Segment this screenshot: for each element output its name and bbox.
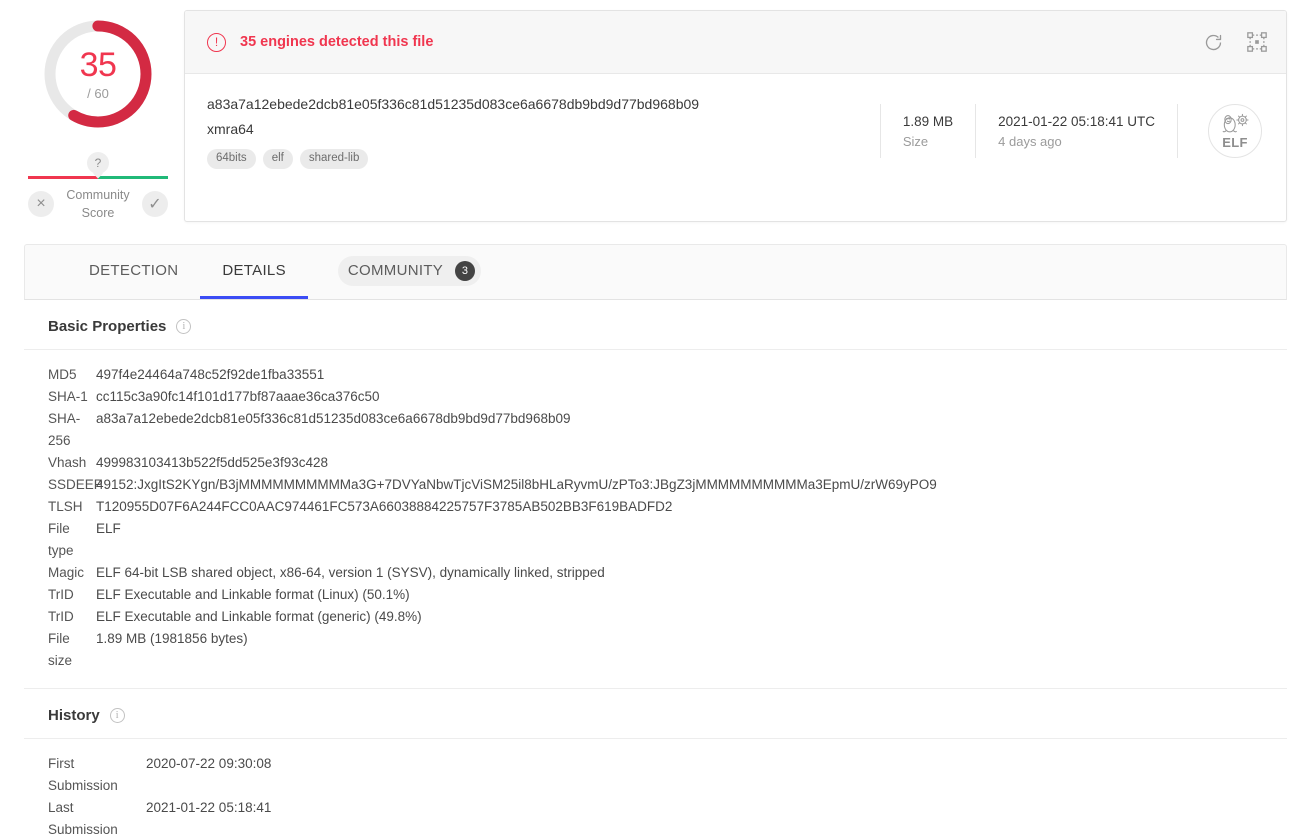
- property-value: ELF: [96, 518, 121, 562]
- detection-score-gauge: 35 / 60: [42, 18, 154, 130]
- property-value: 499983103413b522f5dd525e3f93c428: [96, 452, 328, 474]
- history-label: First Submission: [24, 753, 146, 797]
- community-count-badge: 3: [455, 261, 475, 281]
- alert-circle-icon: !: [207, 33, 226, 52]
- file-tags: 64bits elf shared-lib: [207, 149, 872, 169]
- file-summary-card: ! 35 engines detected this file: [184, 10, 1287, 222]
- property-label: TrID: [24, 584, 96, 606]
- detection-count: 35: [80, 48, 117, 82]
- last-analysis-date: 2021-01-22 05:18:41 UTC: [998, 114, 1155, 129]
- table-row: TrID ELF Executable and Linkable format …: [24, 606, 1287, 628]
- table-row: Magic ELF 64-bit LSB shared object, x86-…: [24, 562, 1287, 584]
- property-label: Vhash: [24, 452, 96, 474]
- engine-total: / 60: [87, 86, 109, 101]
- tab-community-label: COMMUNITY: [348, 262, 443, 279]
- property-value: ELF 64-bit LSB shared object, x86-64, ve…: [96, 562, 605, 584]
- community-score-row: × Community Score ✓: [28, 186, 168, 222]
- basic-properties-table: MD5 497f4e24464a748c52f92de1fba33551 SHA…: [24, 350, 1287, 689]
- score-column: 35 / 60 ? × Community Score ✓: [24, 10, 172, 222]
- property-value: T120955D07F6A244FCC0AAC974461FC573A66038…: [96, 496, 672, 518]
- property-label: SSDEEP: [24, 474, 96, 496]
- detection-banner-left: ! 35 engines detected this file: [207, 33, 1203, 52]
- detection-banner-text: 35 engines detected this file: [240, 34, 433, 50]
- table-row: TLSH T120955D07F6A244FCC0AAC974461FC573A…: [24, 496, 1287, 518]
- gauge-center: 35 / 60: [42, 18, 154, 130]
- property-value: 49152:JxgItS2KYgn/B3jMMMMMMMMMMa3G+7DVYa…: [96, 474, 937, 496]
- history-table: First Submission 2020-07-22 09:30:08 Las…: [24, 739, 1287, 836]
- property-value: ELF Executable and Linkable format (Linu…: [96, 584, 410, 606]
- details-content: Basic Properties i MD5 497f4e24464a748c5…: [24, 300, 1287, 836]
- info-icon[interactable]: i: [110, 708, 125, 723]
- table-row: Last Submission 2021-01-22 05:18:41: [24, 797, 1287, 836]
- property-label: SHA-1: [24, 386, 96, 408]
- basic-properties-title: Basic Properties i: [24, 300, 1287, 350]
- property-label: SHA-256: [24, 408, 96, 452]
- similar-search-icon[interactable]: [1246, 31, 1268, 53]
- tab-community[interactable]: COMMUNITY 3: [308, 245, 503, 299]
- table-row: SHA-1 cc115c3a90fc14f101d177bf87aaae36ca…: [24, 386, 1287, 408]
- property-label: MD5: [24, 364, 96, 386]
- history-value: 2021-01-22 05:18:41: [146, 797, 271, 836]
- file-type-cell: ELF: [1177, 104, 1268, 158]
- info-icon[interactable]: i: [176, 319, 191, 334]
- property-label: TLSH: [24, 496, 96, 518]
- tab-detection[interactable]: DETECTION: [67, 245, 200, 299]
- vote-up-button[interactable]: ✓: [142, 191, 168, 217]
- table-row: File type ELF: [24, 518, 1287, 562]
- table-row: TrID ELF Executable and Linkable format …: [24, 584, 1287, 606]
- file-tag[interactable]: elf: [263, 149, 293, 169]
- tab-details-label: DETAILS: [222, 262, 286, 279]
- score-bar-positive: [98, 176, 168, 179]
- file-size-cell: 1.89 MB Size: [880, 104, 975, 158]
- basic-properties-heading: Basic Properties: [48, 318, 166, 335]
- last-analysis-cell: 2021-01-22 05:18:41 UTC 4 days ago: [975, 104, 1177, 158]
- community-score-label: Community Score: [66, 186, 129, 222]
- property-label: File size: [24, 628, 96, 672]
- file-card-body: a83a7a12ebede2dcb81e05f336c81d51235d083c…: [185, 74, 1286, 189]
- file-name: xmra64: [207, 121, 872, 137]
- tab-community-wrap: COMMUNITY 3: [338, 256, 481, 286]
- linux-elf-icon: ELF: [1208, 104, 1262, 158]
- table-row: SHA-256 a83a7a12ebede2dcb81e05f336c81d51…: [24, 408, 1287, 452]
- file-sha256: a83a7a12ebede2dcb81e05f336c81d51235d083c…: [207, 94, 872, 115]
- property-value: 497f4e24464a748c52f92de1fba33551: [96, 364, 324, 386]
- table-row: File size 1.89 MB (1981856 bytes): [24, 628, 1287, 672]
- file-size-label: Size: [903, 134, 953, 149]
- community-score-widget: ? × Community Score ✓: [28, 152, 168, 222]
- community-score-pin[interactable]: ?: [87, 152, 109, 174]
- history-heading: History: [48, 707, 100, 724]
- table-row: First Submission 2020-07-22 09:30:08: [24, 753, 1287, 797]
- property-label: TrID: [24, 606, 96, 628]
- property-value: ELF Executable and Linkable format (gene…: [96, 606, 422, 628]
- file-meta-group: 1.89 MB Size 2021-01-22 05:18:41 UTC 4 d…: [872, 104, 1268, 158]
- top-section: 35 / 60 ? × Community Score ✓ !: [0, 0, 1311, 222]
- last-analysis-relative: 4 days ago: [998, 134, 1155, 149]
- property-label: File type: [24, 518, 96, 562]
- community-label-line1: Community: [66, 186, 129, 204]
- property-value: cc115c3a90fc14f101d177bf87aaae36ca376c50: [96, 386, 380, 408]
- community-label-line2: Score: [66, 204, 129, 222]
- tab-details[interactable]: DETAILS: [200, 245, 308, 299]
- file-tag[interactable]: shared-lib: [300, 149, 369, 169]
- score-bar-negative: [28, 176, 98, 179]
- history-title: History i: [24, 689, 1287, 739]
- history-label: Last Submission: [24, 797, 146, 836]
- property-value: 1.89 MB (1981856 bytes): [96, 628, 248, 672]
- detection-banner: ! 35 engines detected this file: [185, 11, 1286, 74]
- file-size-value: 1.89 MB: [903, 114, 953, 129]
- tab-detection-label: DETECTION: [89, 262, 178, 279]
- file-tag[interactable]: 64bits: [207, 149, 256, 169]
- file-type-label: ELF: [1222, 135, 1247, 150]
- table-row: SSDEEP 49152:JxgItS2KYgn/B3jMMMMMMMMMMa3…: [24, 474, 1287, 496]
- file-identity: a83a7a12ebede2dcb81e05f336c81d51235d083c…: [207, 94, 872, 169]
- table-row: Vhash 499983103413b522f5dd525e3f93c428: [24, 452, 1287, 474]
- property-value: a83a7a12ebede2dcb81e05f336c81d51235d083c…: [96, 408, 570, 452]
- property-label: Magic: [24, 562, 96, 584]
- banner-actions: [1203, 31, 1268, 53]
- reanalyze-icon[interactable]: [1203, 32, 1224, 53]
- vote-down-button[interactable]: ×: [28, 191, 54, 217]
- tab-bar: DETECTION DETAILS COMMUNITY 3: [24, 244, 1287, 300]
- table-row: MD5 497f4e24464a748c52f92de1fba33551: [24, 364, 1287, 386]
- history-value: 2020-07-22 09:30:08: [146, 753, 271, 797]
